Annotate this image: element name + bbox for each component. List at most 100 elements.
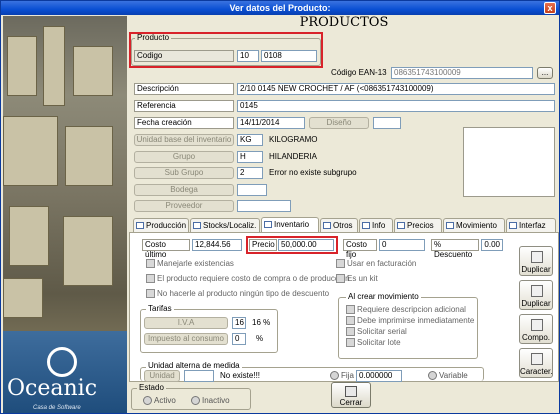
tab-otros[interactable]: Otros (320, 218, 358, 232)
close-button[interactable]: x (544, 2, 556, 14)
alterna-unidad-field[interactable] (184, 370, 214, 382)
ean-lookup-button[interactable]: ... (537, 67, 553, 79)
precio-field[interactable]: 50,000.00 (278, 239, 334, 251)
subgrupo-button[interactable]: Sub Grupo (134, 167, 234, 179)
duplicar-button-1[interactable]: Duplicar (519, 246, 553, 276)
inventario-panel: Costo último 12,844.56 Precio 50,000.00 … (129, 232, 559, 382)
referencia-label: Referencia (134, 100, 234, 112)
mov-descripcion-checkbox[interactable]: Requiere descripcion adicional (346, 305, 466, 314)
codigo-label: Codigo (134, 50, 234, 62)
characteristics-icon (531, 353, 543, 365)
descuento-checkbox[interactable]: No hacerle al producto ningún tipo de de… (146, 289, 329, 298)
subgrupo-name: Error no existe subgrupo (267, 168, 359, 177)
unidad-name: KILOGRAMO (267, 135, 320, 144)
close-door-icon (345, 386, 357, 397)
unidad-code-field[interactable]: KG (237, 134, 263, 146)
diseno-field[interactable] (373, 117, 401, 129)
components-icon (531, 319, 543, 331)
logo-name: Oceanic (7, 376, 98, 401)
mov-lote-checkbox[interactable]: Solicitar lote (346, 338, 401, 347)
cerrar-button[interactable]: Cerrar (331, 382, 371, 408)
main-panel: PRODUCTOS Producto Codigo 10 0108 Código… (129, 16, 559, 413)
gear-icon (193, 222, 201, 229)
iva-button[interactable]: I.V.A (144, 317, 228, 329)
facturacion-checkbox[interactable]: Usar en facturación (336, 259, 416, 268)
inventario-icon (264, 221, 272, 228)
fija-radio[interactable]: Fija (330, 371, 354, 380)
movimiento-legend: Al crear movimiento (346, 292, 421, 301)
warehouse-image: Oceanic Casa de Software (3, 16, 127, 413)
tab-bar: Producción Stocks/Localiz. Inventario Ot… (129, 217, 559, 233)
window-title: Ver datos del Producto: (229, 3, 331, 13)
descuento-field[interactable]: 0.00 (481, 239, 503, 251)
duplicar-button-2[interactable]: Duplicar (519, 280, 553, 310)
duplicate-icon (531, 285, 543, 297)
compo-button[interactable]: Compo. (519, 314, 553, 344)
costo-ultimo-label: Costo último (142, 239, 190, 259)
iva-field[interactable]: 16 (232, 317, 246, 329)
page-title: PRODUCTOS (299, 15, 389, 30)
proveedor-button[interactable]: Proveedor (134, 200, 234, 212)
estado-legend: Estado (137, 383, 166, 392)
costo-fijo-field[interactable]: 0 (379, 239, 425, 251)
alterna-message: No existe!!! (218, 371, 263, 380)
descripcion-label: Descripción (134, 83, 234, 95)
fecha-field[interactable]: 14/11/2014 (237, 117, 305, 129)
consumo-field[interactable]: 0 (232, 333, 246, 345)
kit-checkbox[interactable]: Es un kit (336, 274, 378, 283)
subgrupo-code-field[interactable]: 2 (237, 167, 263, 179)
codigo-prefix-field[interactable]: 10 (237, 50, 259, 62)
costo-fijo-label: Costo fijo (343, 239, 377, 259)
proveedor-field[interactable] (237, 200, 291, 212)
grupo-name: HILANDERIA (267, 152, 320, 161)
precios-icon (397, 222, 405, 229)
unidad-button[interactable]: Unidad base del inventario (134, 134, 234, 146)
caracter-button[interactable]: Caracter. (519, 348, 553, 378)
fecha-label: Fecha creación (134, 117, 234, 129)
costo-checkbox[interactable]: El producto requiere costo de compra o d… (146, 274, 350, 283)
tab-movimiento[interactable]: Movimiento (443, 218, 505, 232)
tab-info[interactable]: Info (359, 218, 393, 232)
referencia-field[interactable]: 0145 (237, 100, 555, 112)
company-logo: Oceanic Casa de Software (3, 331, 127, 413)
descuento-label: % Descuento (431, 239, 479, 259)
precio-label: Precio (249, 239, 277, 251)
mov-serial-checkbox[interactable]: Solicitar serial (346, 327, 407, 336)
tarifas-legend: Tarifas (146, 304, 174, 313)
tab-inventario[interactable]: Inventario (261, 217, 319, 233)
movimiento-icon (446, 222, 454, 229)
activo-radio[interactable]: Activo (143, 396, 176, 405)
consumo-button[interactable]: Impuesto al consumo (144, 333, 228, 345)
consumo-percent: % (254, 334, 266, 343)
tab-interfaz[interactable]: Interfaz (506, 218, 556, 232)
inactivo-radio[interactable]: Inactivo (191, 396, 230, 405)
iva-percent: 16 % (250, 318, 273, 327)
produccion-icon (136, 222, 144, 229)
codigo-field[interactable]: 0108 (261, 50, 317, 62)
bodega-field[interactable] (237, 184, 267, 196)
duplicate-icon (531, 251, 543, 263)
otros-icon (323, 222, 331, 229)
grupo-button[interactable]: Grupo (134, 151, 234, 163)
mov-imprimir-checkbox[interactable]: Debe imprimirse inmediatamente (346, 316, 474, 325)
tab-produccion[interactable]: Producción (133, 218, 189, 232)
tab-precios[interactable]: Precios (394, 218, 442, 232)
alterna-legend: Unidad alterna de medida (146, 361, 242, 370)
diseno-button[interactable]: Diseño (309, 117, 369, 129)
bodega-button[interactable]: Bodega (134, 184, 234, 196)
fija-field[interactable]: 0.000000 (356, 370, 402, 382)
tarifas-group (140, 309, 278, 353)
ean-field[interactable]: 086351743100009 (391, 67, 533, 79)
tab-stocks[interactable]: Stocks/Localiz. (190, 218, 260, 232)
image-box[interactable] (463, 127, 555, 197)
grupo-code-field[interactable]: H (237, 151, 263, 163)
descripcion-field[interactable]: 2/10 0145 NEW CROCHET / AF (<08635174310… (237, 83, 555, 95)
interfaz-icon (509, 222, 517, 229)
ean-label: Código EAN-13 (329, 68, 389, 77)
existencias-checkbox[interactable]: Manejarle existencias (146, 259, 234, 268)
variable-radio[interactable]: Variable (428, 371, 468, 380)
logo-tagline: Casa de Software (33, 405, 81, 411)
alterna-unidad-button[interactable]: Unidad (144, 370, 180, 382)
costo-ultimo-field[interactable]: 12,844.56 (192, 239, 242, 251)
info-icon (362, 222, 370, 229)
